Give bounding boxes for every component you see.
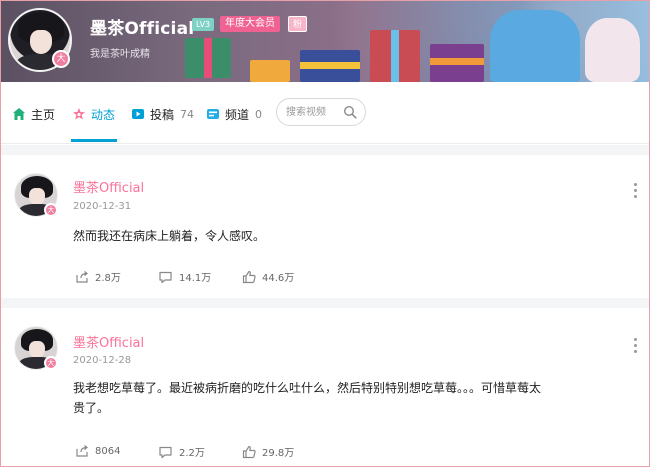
like-button[interactable]: 44.6万 [242, 269, 294, 284]
tab-videos[interactable]: 投稿 74 [131, 104, 194, 124]
thumbs-up-icon [242, 445, 256, 458]
gift-box-illustration [300, 50, 360, 82]
comment-button[interactable]: 14.1万 [158, 269, 211, 284]
like-count: 29.8万 [262, 448, 295, 459]
post-text: 然而我还在病床上躺着，令人感叹。 [73, 229, 266, 243]
profile-nav: 主页 动态 投稿 74 频道 0 [0, 82, 650, 144]
share-icon [76, 270, 88, 283]
avatar-pendant-badge: 大 [44, 203, 58, 217]
active-tab-indicator [71, 139, 117, 142]
tab-channels-label: 频道 [225, 107, 250, 122]
share-count: 8064 [95, 445, 121, 457]
video-icon [132, 109, 144, 119]
gift-box-illustration [250, 60, 290, 82]
tab-channels[interactable]: 频道 0 [206, 104, 262, 124]
section-divider [0, 145, 650, 155]
dynamic-card: 大 墨茶Official 2020-12-28 我老想吃草莓了。最近被病折磨的吃… [0, 308, 650, 467]
tab-videos-label: 投稿 [150, 107, 175, 122]
comment-button[interactable]: 2.2万 [158, 444, 205, 459]
share-icon [76, 445, 88, 457]
tab-home[interactable]: 主页 [12, 104, 55, 124]
level-badge[interactable]: LV3 [192, 18, 215, 31]
post-date: 2020-12-28 [73, 355, 132, 366]
avatar-pendant-badge: 大 [52, 50, 70, 68]
share-button[interactable]: 2.8万 [75, 269, 121, 284]
comment-icon [159, 446, 172, 458]
fan-medal-badge[interactable]: 粉 [288, 16, 308, 32]
share-button[interactable]: 8064 [75, 444, 120, 458]
like-count: 44.6万 [262, 273, 295, 284]
dynamic-icon [73, 108, 85, 120]
author-name[interactable]: 墨茶Official [73, 332, 144, 351]
plush-bunny-illustration [585, 18, 640, 82]
share-count: 2.8万 [95, 273, 121, 284]
profile-banner: 大 墨茶Official LV3 年度大会员 粉 我是茶叶成精 [0, 0, 650, 82]
comment-icon [159, 271, 172, 283]
video-search-box[interactable] [276, 98, 366, 126]
tab-channels-count: 0 [255, 107, 263, 121]
anime-character-illustration [490, 10, 580, 82]
gift-box-illustration [430, 44, 484, 82]
home-icon [13, 108, 25, 120]
more-options-icon[interactable] [634, 338, 638, 354]
profile-username: 墨茶Official [90, 19, 195, 39]
tab-videos-count: 74 [180, 107, 195, 121]
like-button[interactable]: 29.8万 [242, 444, 294, 459]
dynamic-card: 大 墨茶Official 2020-12-31 然而我还在病床上躺着，令人感叹。… [0, 155, 650, 298]
vip-badge[interactable]: 年度大会员 [220, 16, 280, 32]
channel-icon [207, 109, 219, 119]
profile-signature: 我是茶叶成精 [90, 49, 150, 60]
thumbs-up-icon [242, 270, 256, 283]
tab-dynamic[interactable]: 动态 [72, 104, 115, 124]
tab-home-label: 主页 [31, 107, 56, 122]
comment-count: 2.2万 [179, 448, 205, 459]
search-input[interactable] [286, 104, 344, 120]
post-date: 2020-12-31 [73, 201, 132, 212]
comment-count: 14.1万 [179, 273, 212, 284]
avatar-pendant-badge: 大 [44, 356, 58, 370]
more-options-icon[interactable] [634, 183, 638, 199]
post-text: 我老想吃草莓了。最近被病折磨的吃什么吐什么，然后特别特别想吃草莓。。。可惜草莓太… [73, 381, 542, 415]
author-name[interactable]: 墨茶Official [73, 177, 144, 196]
tab-dynamic-label: 动态 [91, 107, 116, 122]
search-icon[interactable] [343, 105, 357, 119]
section-divider [0, 298, 650, 308]
gift-box-illustration [370, 30, 420, 82]
gift-box-illustration [185, 38, 231, 78]
